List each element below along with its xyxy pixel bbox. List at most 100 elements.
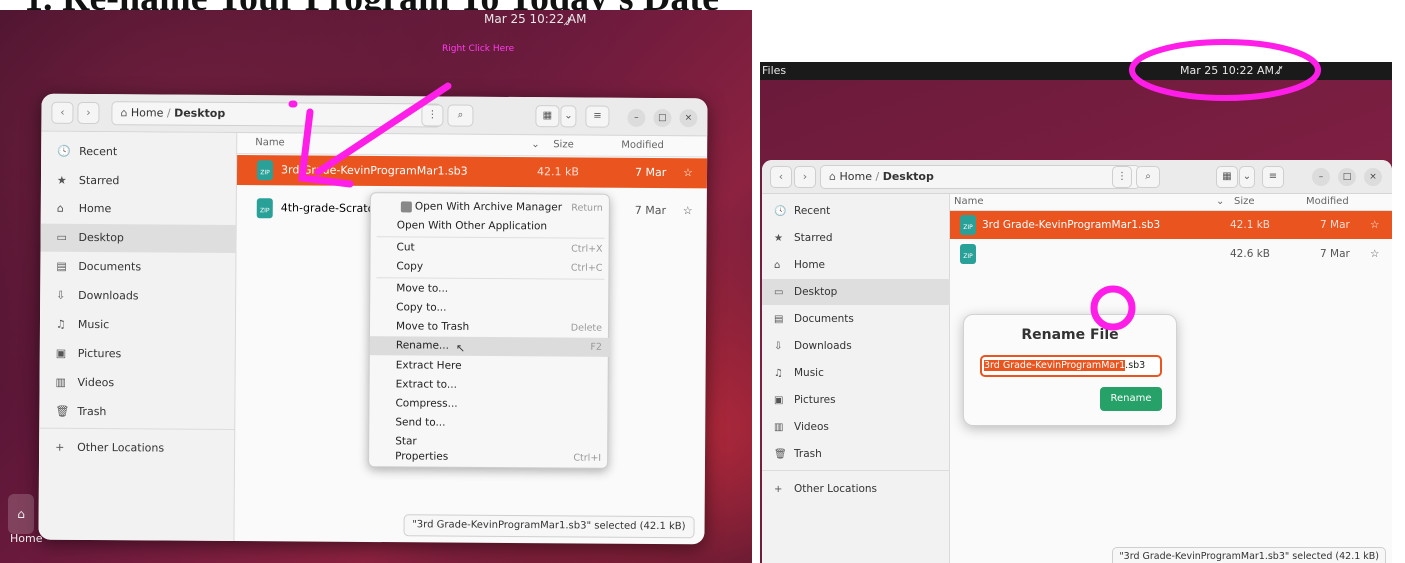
sidebar-item-home[interactable]: ⌂ Home (41, 195, 237, 224)
sidebar-item-desktop[interactable]: ▭ Desktop (762, 279, 950, 305)
sidebar-item-pictures[interactable]: ▣ Pictures (762, 387, 950, 413)
file-row[interactable]: ZIP 42.6 kB 7 Mar ☆ (950, 240, 1392, 268)
close-icon[interactable]: × (679, 109, 698, 128)
column-header-modified[interactable]: Modified (621, 140, 664, 151)
view-dropdown-icon[interactable]: ⌄ (1239, 166, 1255, 188)
path-current[interactable]: Desktop (883, 170, 934, 183)
list-view-icon[interactable]: ≡ (1262, 166, 1284, 188)
menu-item-send-to[interactable]: Send to... (369, 413, 609, 434)
close-icon[interactable]: × (1364, 168, 1382, 186)
column-header-size[interactable]: Size (553, 139, 574, 150)
menu-item-open-archive-manager[interactable]: Open With Archive Manager Return (371, 197, 611, 218)
home-icon: ⌂ (829, 170, 840, 183)
sort-chevron-icon[interactable]: ⌄ (531, 139, 539, 150)
sidebar-item-documents[interactable]: ▤ Documents (40, 253, 236, 282)
more-options-icon[interactable]: ⋮ (1112, 166, 1132, 188)
download-icon: ⇩ (774, 341, 783, 352)
list-view-icon[interactable]: ≡ (585, 105, 610, 128)
column-header-name[interactable]: Name (954, 196, 984, 207)
menu-item-copy[interactable]: Copy Ctrl+C (370, 257, 610, 278)
file-row[interactable]: ZIP 3rd Grade-KevinProgramMar1.sb3 42.1 … (236, 155, 708, 189)
star-icon[interactable]: ☆ (683, 158, 693, 188)
notification-muted-icon[interactable]: ♪̸ (1276, 62, 1283, 80)
maximize-icon[interactable]: □ (1338, 168, 1356, 186)
menu-item-copy-to[interactable]: Copy to... (370, 298, 610, 319)
video-icon: ▥ (55, 375, 67, 389)
sidebar-item-music[interactable]: ♫ Music (762, 360, 950, 386)
search-icon[interactable]: ⌕ (1136, 166, 1160, 188)
sidebar-item-other-locations[interactable]: + Other Locations (762, 476, 950, 502)
sidebar-item-downloads[interactable]: ⇩ Downloads (762, 333, 950, 359)
sidebar-item-label: Music (77, 317, 110, 332)
grid-view-icon[interactable]: ▦ (535, 105, 560, 128)
menu-item-label: Send to... (395, 416, 446, 429)
sidebar-item-starred[interactable]: ★ Starred (41, 167, 237, 196)
sidebar-item-trash[interactable]: 🗑 Trash (39, 398, 235, 427)
sidebar-item-starred[interactable]: ★ Starred (762, 225, 950, 251)
forward-button[interactable]: › (794, 166, 816, 188)
notification-muted-icon[interactable]: ♪̸ (565, 15, 579, 28)
menu-item-extract-to[interactable]: Extract to... (370, 375, 610, 396)
view-dropdown-icon[interactable]: ⌄ (560, 105, 577, 128)
activities-app-name[interactable]: Files (762, 62, 786, 80)
path-bar[interactable]: ⌂ Home / Desktop (820, 165, 1140, 189)
path-home[interactable]: Home (839, 170, 871, 183)
status-selection: "3rd Grade-KevinProgramMar1.sb3" selecte… (403, 514, 695, 539)
sidebar-item-trash[interactable]: 🗑 Trash (762, 441, 950, 467)
sidebar-item-recent[interactable]: 🕓 Recent (41, 138, 237, 167)
menu-item-extract-here[interactable]: Extract Here (370, 356, 610, 377)
sidebar-item-desktop[interactable]: ▭ Desktop (40, 223, 237, 254)
rename-input[interactable]: 3rd Grade-KevinProgramMar1.sb3 (980, 355, 1162, 377)
sidebar-item-pictures[interactable]: ▣ Pictures (40, 340, 236, 369)
sidebar-item-label: Music (794, 367, 824, 379)
menu-item-open-other-application[interactable]: Open With Other Application (371, 216, 611, 237)
top-bar: Files Mar 25 10:22 AM ♪̸ (760, 62, 1392, 80)
minimize-icon[interactable]: – (1312, 168, 1330, 186)
column-header-size[interactable]: Size (1234, 196, 1255, 207)
file-modified: 7 Mar (634, 203, 667, 218)
menu-item-move-to-trash[interactable]: Move to Trash Delete (370, 317, 610, 338)
forward-button[interactable]: › (77, 101, 100, 125)
file-row[interactable]: ZIP 3rd Grade-KevinProgramMar1.sb3 42.1 … (950, 211, 1392, 239)
back-button[interactable]: ‹ (51, 101, 74, 124)
top-bar-clock[interactable]: Mar 25 10:22 AM (1180, 62, 1274, 80)
path-current[interactable]: Desktop (174, 107, 225, 120)
left-photo: Mar 25 10:22 AM ♪̸ Right Click Here ‹ › … (0, 10, 752, 563)
sidebar-item-recent[interactable]: 🕓 Recent (762, 198, 950, 224)
sort-chevron-icon[interactable]: ⌄ (1216, 196, 1224, 207)
menu-item-cut[interactable]: Cut Ctrl+X (371, 238, 611, 259)
rename-button[interactable]: Rename (1100, 387, 1162, 411)
path-home[interactable]: Home (131, 106, 164, 119)
maximize-icon[interactable]: □ (653, 108, 672, 128)
sidebar-item-documents[interactable]: ▤ Documents (762, 306, 950, 332)
sidebar-item-other-locations[interactable]: + Other Locations (39, 434, 235, 463)
back-button[interactable]: ‹ (770, 166, 792, 188)
menu-item-label: Copy (396, 260, 424, 273)
search-icon[interactable]: ⌕ (447, 104, 474, 127)
sidebar-item-label: Videos (77, 375, 115, 390)
menu-item-move-to[interactable]: Move to... (370, 279, 610, 300)
minimize-icon[interactable]: – (627, 108, 646, 127)
star-icon[interactable]: ☆ (1370, 211, 1379, 239)
menu-item-shortcut: Return (571, 202, 603, 214)
sidebar-item-label: Other Locations (77, 440, 165, 455)
rename-file-popover: Rename File 3rd Grade-KevinProgramMar1.s… (963, 314, 1177, 426)
more-options-icon[interactable]: ⋮ (421, 104, 444, 127)
star-icon[interactable]: ☆ (1370, 240, 1379, 268)
star-icon[interactable]: ☆ (683, 196, 693, 226)
column-header-name[interactable]: Name (255, 137, 285, 148)
sidebar-item-home[interactable]: ⌂ Home (762, 252, 950, 278)
menu-item-properties[interactable]: Properties Ctrl+I (369, 447, 609, 468)
dock-home-icon[interactable]: ⌂ (8, 494, 34, 534)
sidebar-item-videos[interactable]: ▥ Videos (762, 414, 950, 440)
sidebar-item-videos[interactable]: ▥ Videos (39, 369, 235, 398)
menu-item-rename[interactable]: Rename... ↖ F2 (369, 336, 610, 357)
sidebar-item-downloads[interactable]: ⇩ Downloads (40, 282, 236, 311)
grid-view-icon[interactable]: ▦ (1216, 166, 1238, 188)
path-bar[interactable]: ⌂ Home / Desktop (111, 101, 442, 128)
menu-item-label: Extract to... (395, 378, 457, 391)
sidebar-item-music[interactable]: ♫ Music (40, 311, 236, 340)
column-header-modified[interactable]: Modified (1306, 196, 1349, 207)
menu-item-shortcut: Ctrl+X (571, 243, 603, 255)
menu-item-compress[interactable]: Compress... (369, 394, 609, 415)
